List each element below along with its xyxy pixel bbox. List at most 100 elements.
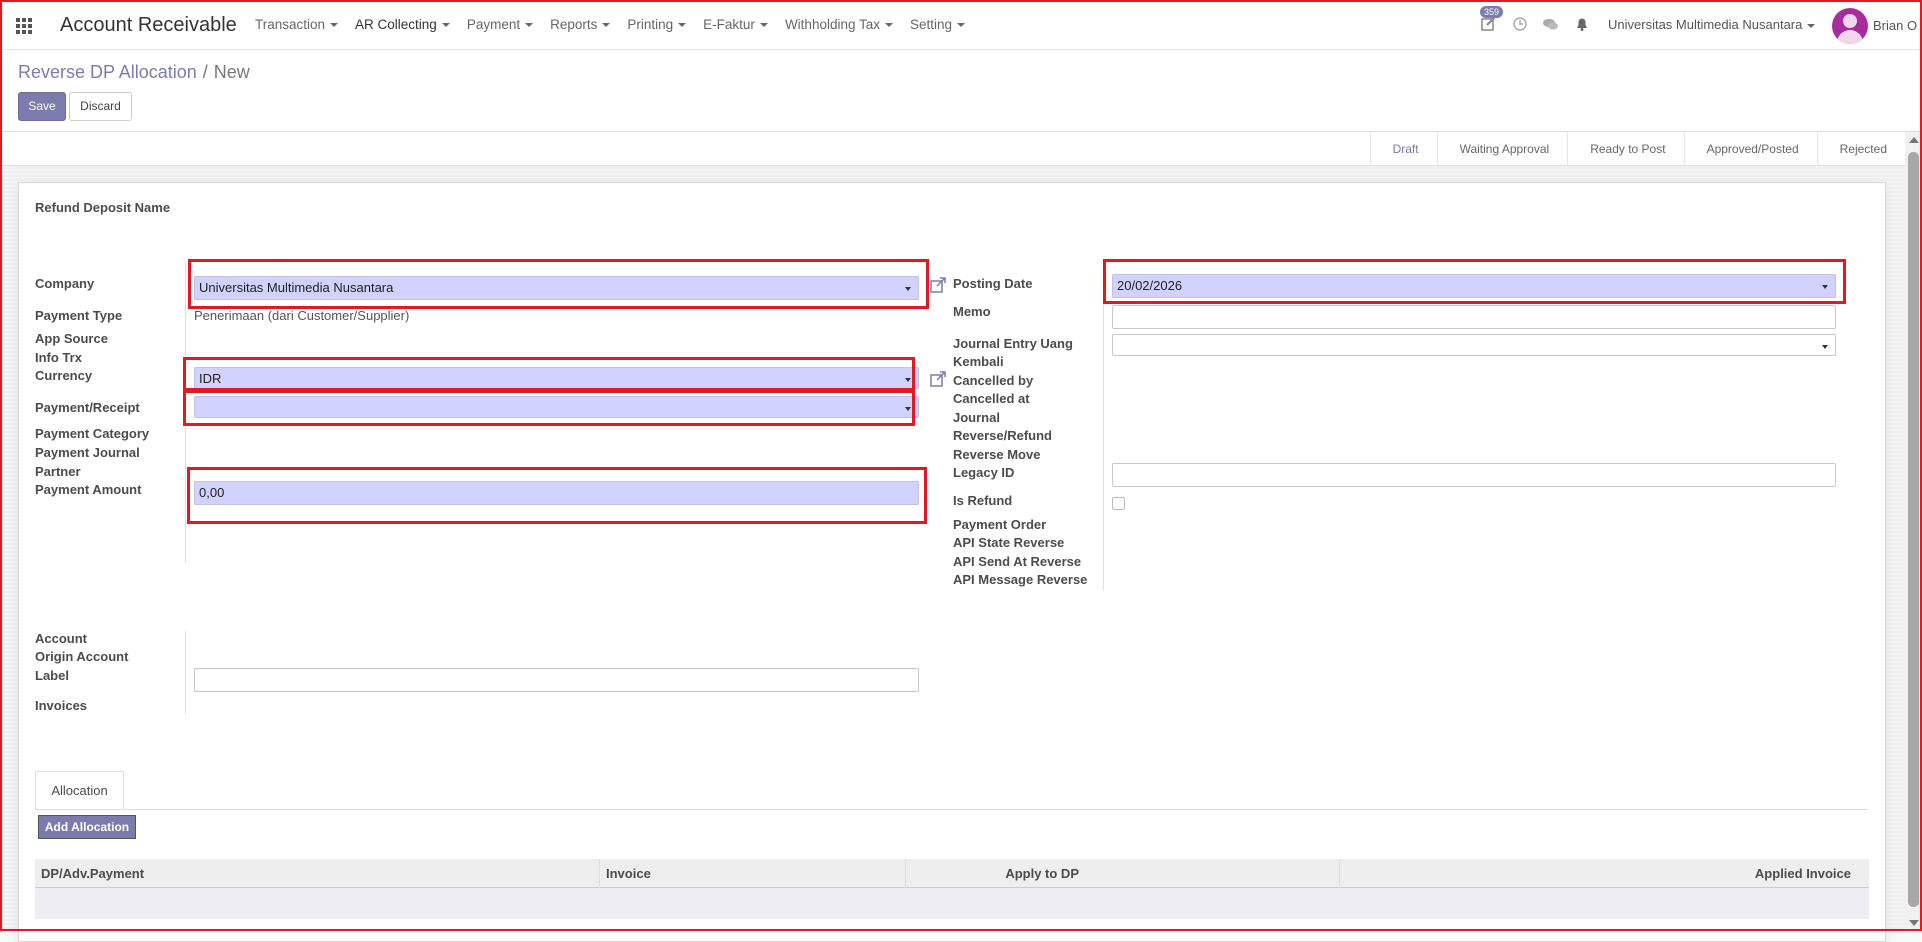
payment-category-label: Payment Category (35, 426, 150, 441)
legacy-id-label: Legacy ID (953, 465, 1015, 480)
column-apply-to-dp[interactable]: Apply to DP (1005, 859, 1079, 888)
breadcrumb: Reverse DP Allocation / New (18, 62, 250, 83)
legacy-id-input[interactable] (1112, 463, 1836, 487)
control-panel: Reverse DP Allocation / New Save Discard (0, 50, 1922, 132)
allocation-table-header: DP/Adv.Payment Invoice Apply to DP Appli… (35, 859, 1869, 888)
breadcrumb-parent-link[interactable]: Reverse DP Allocation (18, 62, 197, 82)
scrollbar[interactable] (1905, 132, 1922, 931)
clock-icon[interactable] (1511, 14, 1531, 34)
menu-setting[interactable]: Setting (910, 17, 966, 32)
chevron-down-icon (525, 23, 534, 28)
scroll-down-icon[interactable] (1909, 920, 1919, 926)
memo-label: Memo (953, 304, 991, 319)
tab-allocation[interactable]: Allocation (35, 771, 124, 810)
company-label: Company (35, 276, 95, 291)
discard-button[interactable]: Discard (69, 92, 132, 121)
chevron-down-icon (759, 23, 768, 28)
api-send-at-reverse-label: API Send At Reverse (953, 554, 1082, 569)
scroll-thumb[interactable] (1908, 152, 1919, 907)
column-applied-invoice[interactable]: Applied Invoice (1755, 859, 1851, 888)
journal-entry-uang-kembali-label: Journal Entry Uang (953, 336, 1073, 351)
is-refund-checkbox[interactable] (1112, 497, 1125, 510)
column-dp-adv-payment[interactable]: DP/Adv.Payment (41, 859, 144, 888)
info-trx-label: Info Trx (35, 350, 82, 365)
scroll-up-icon[interactable] (1909, 137, 1919, 143)
menu-printing[interactable]: Printing (627, 17, 687, 32)
label-input[interactable] (194, 668, 919, 692)
menu-reports[interactable]: Reports (550, 17, 611, 32)
stage-rejected[interactable]: Rejected (1816, 132, 1905, 166)
highlight-box (188, 259, 929, 309)
reverse-refund-label: Reverse/Refund (953, 428, 1052, 443)
save-button[interactable]: Save (18, 92, 66, 121)
status-bar: Draft Waiting Approval Ready to Post App… (0, 132, 1905, 166)
status-stages: Draft Waiting Approval Ready to Post App… (1369, 132, 1905, 166)
add-allocation-button[interactable]: Add Allocation (38, 815, 136, 839)
refund-deposit-name-label: Refund Deposit Name (35, 200, 171, 215)
payment-receipt-label: Payment/Receipt (35, 400, 140, 415)
table-row (35, 888, 1869, 919)
account-label: Account (35, 631, 87, 646)
menu-ar-collecting[interactable]: AR Collecting (355, 17, 450, 32)
apps-grid-icon[interactable] (16, 18, 34, 34)
company-switcher[interactable]: Universitas Multimedia Nusantara (1608, 17, 1816, 32)
chevron-down-icon (957, 23, 966, 28)
column-invoice[interactable]: Invoice (606, 859, 651, 888)
reverse-move-label: Reverse Move (953, 447, 1041, 462)
highlight-box (187, 467, 927, 524)
chevron-down-icon (1822, 345, 1828, 349)
external-link-icon[interactable] (929, 276, 947, 294)
top-navbar: Account Receivable Transaction AR Collec… (0, 0, 1922, 50)
invoices-label: Invoices (35, 698, 88, 713)
payment-order-label: Payment Order (953, 517, 1047, 532)
origin-account-label: Origin Account (35, 649, 129, 664)
journal-entry-uang-kembali-label-2: Kembali (953, 354, 1004, 369)
avatar[interactable] (1832, 8, 1868, 44)
journal-label: Journal (953, 410, 1000, 425)
bell-icon[interactable] (1573, 14, 1593, 34)
payment-type-value: Penerimaan (dari Customer/Supplier) (194, 308, 410, 323)
activity-edit-icon[interactable]: 359 (1480, 6, 1504, 34)
app-title: Account Receivable (60, 14, 237, 36)
form-sheet: Refund Deposit Name Company Payment Type… (18, 182, 1886, 942)
breadcrumb-current: New (213, 62, 250, 82)
chevron-down-icon (441, 23, 450, 28)
label-label: Label (35, 668, 69, 683)
highlight-box (1103, 259, 1846, 304)
stage-ready-to-post[interactable]: Ready to Post (1567, 132, 1683, 166)
menu-withholding-tax[interactable]: Withholding Tax (785, 17, 893, 32)
journal-entry-uang-kembali-select[interactable] (1112, 334, 1836, 356)
stage-draft[interactable]: Draft (1369, 132, 1437, 166)
highlight-box (183, 390, 915, 426)
payment-journal-label: Payment Journal (35, 445, 140, 460)
user-name[interactable]: Brian O (1873, 18, 1917, 33)
divider (185, 631, 186, 714)
app-source-label: App Source (35, 331, 108, 346)
menu-payment[interactable]: Payment (467, 17, 534, 32)
menu-transaction[interactable]: Transaction (255, 17, 339, 32)
menu-e-faktur[interactable]: E-Faktur (703, 17, 768, 32)
cancelled-by-label: Cancelled by (953, 373, 1034, 388)
breadcrumb-separator: / (202, 62, 208, 82)
chevron-down-icon (602, 23, 611, 28)
activity-count-badge: 359 (1480, 6, 1504, 18)
chevron-down-icon (330, 23, 339, 28)
external-link-icon[interactable] (929, 370, 947, 388)
payment-type-label: Payment Type (35, 308, 123, 323)
api-message-reverse-label: API Message Reverse (953, 572, 1088, 587)
chevron-down-icon (678, 23, 687, 28)
stage-waiting-approval[interactable]: Waiting Approval (1436, 132, 1568, 166)
chevron-down-icon (1807, 23, 1816, 28)
payment-amount-label: Payment Amount (35, 482, 142, 497)
memo-input[interactable] (1112, 305, 1836, 329)
partner-label: Partner (35, 464, 81, 479)
is-refund-label: Is Refund (953, 493, 1013, 508)
highlight-box (183, 357, 915, 391)
chat-icon[interactable] (1542, 14, 1562, 34)
tab-divider (35, 809, 1869, 810)
stage-approved-posted[interactable]: Approved/Posted (1683, 132, 1817, 166)
cancelled-at-label: Cancelled at (953, 391, 1030, 406)
chevron-down-icon (885, 23, 893, 28)
systray: 359 (1480, 6, 1604, 34)
main-menu: Transaction AR Collecting Payment Report… (255, 17, 982, 32)
